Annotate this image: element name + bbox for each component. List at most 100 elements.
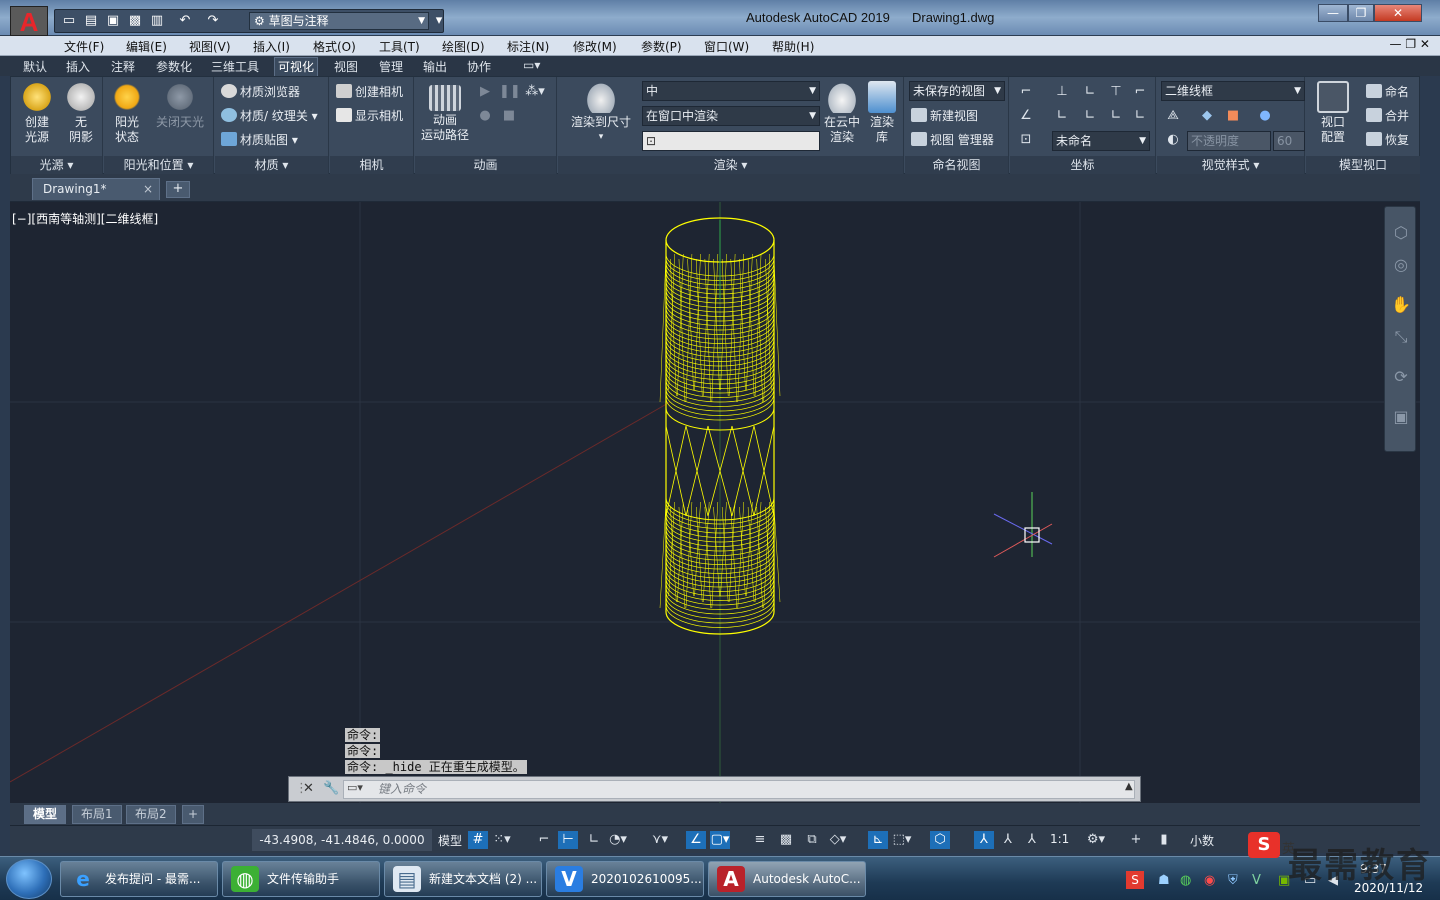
render-in-select[interactable]: 在窗口中渲染 ▼ <box>642 106 820 126</box>
materials-browser-button[interactable]: 材质浏览器 <box>221 83 300 103</box>
ucs-object-icon[interactable]: ⌐ <box>1130 83 1150 101</box>
new-view-button[interactable]: 新建视图 <box>911 107 978 127</box>
ime-icon[interactable]: S <box>1248 832 1280 858</box>
render-in-cloud-button[interactable]: 在云中 渲染 <box>822 81 862 145</box>
weibo-icon[interactable]: ◉ <box>1204 873 1215 888</box>
play-icon[interactable]: ▶ <box>475 83 495 101</box>
save-icon[interactable]: ▣ <box>105 13 121 29</box>
document-tab[interactable]: Drawing1* × <box>32 178 160 200</box>
minimize-button[interactable]: — <box>1318 4 1348 22</box>
animation-settings-icon[interactable]: ⁂▾ <box>525 83 545 101</box>
qat-customize-icon[interactable]: ▾ <box>431 13 447 29</box>
sun-status-button[interactable]: 阳光 状态 <box>108 81 146 145</box>
ucs-x-icon[interactable]: ∟ <box>1052 107 1072 125</box>
menu-edit[interactable]: 编辑(E) <box>126 38 167 55</box>
menu-file[interactable]: 文件(F) <box>64 38 104 55</box>
opacity-toggle-icon[interactable]: ◐ <box>1163 131 1183 149</box>
view-manager-button[interactable]: 视图 管理器 <box>911 131 994 151</box>
panel-title-lights[interactable]: 光源 ▾ <box>11 156 102 174</box>
undo-icon[interactable]: ↶ <box>177 13 193 29</box>
command-input[interactable]: 键入命令 <box>343 780 1135 799</box>
grid-icon[interactable]: # <box>468 831 488 849</box>
ucs-world-icon[interactable]: ⊥ <box>1052 83 1072 101</box>
wrench-icon[interactable]: 🔧 <box>323 781 339 796</box>
tab-visualize[interactable]: 可视化 <box>274 57 319 76</box>
annotation-visibility-icon[interactable]: ⅄ <box>974 831 994 849</box>
command-prompt-icon[interactable]: ▭▾ <box>347 781 363 794</box>
tab-insert[interactable]: 插入 <box>63 58 93 75</box>
menu-tools[interactable]: 工具(T) <box>379 38 420 55</box>
pan-icon[interactable]: ✋ <box>1391 295 1411 315</box>
tab-parametric[interactable]: 参数化 <box>153 58 195 75</box>
viewport-controls-label[interactable]: [−][西南等轴测][二维线框] <box>12 210 158 227</box>
object-snap-tracking-icon[interactable]: ∠ <box>686 831 706 849</box>
panel-title-render[interactable]: 渲染 ▾ <box>558 156 903 174</box>
taskbar-item-wechat[interactable]: ◍ 文件传输助手 <box>222 861 380 897</box>
ucs-z-icon[interactable]: ∟ <box>1106 107 1126 125</box>
new-layout-button[interactable]: + <box>182 805 205 824</box>
close-icon[interactable]: ✕ <box>303 781 314 796</box>
lighting-icon[interactable]: ● <box>1255 107 1275 125</box>
tab-view[interactable]: 视图 <box>331 58 361 75</box>
panel-title-visual-styles[interactable]: 视觉样式 ▾ <box>1157 156 1304 174</box>
taskbar-item-video[interactable]: V 2020102610095... <box>546 861 704 897</box>
object-snap-icon[interactable]: ▢▾ <box>710 831 730 849</box>
dynamic-input-icon[interactable]: ⊢ <box>558 831 578 849</box>
tab-manage[interactable]: 管理 <box>376 58 406 75</box>
drawing-viewport[interactable]: [−][西南等轴测][二维线框] ⬡ ◎ ✋ ⤡ ⟳ ▣ 命令: 命令: 命令:… <box>10 202 1420 803</box>
selection-filter-icon[interactable]: ⬚▾ <box>892 831 912 849</box>
taskbar-item-autocad[interactable]: A Autodesk AutoC... <box>708 861 866 897</box>
document-window-controls[interactable]: — ❐ ✕ <box>1390 37 1430 51</box>
units-icon[interactable]: ▮ <box>1154 831 1174 849</box>
wechat-tray-icon[interactable]: ◍ <box>1180 873 1191 888</box>
close-icon[interactable]: × <box>143 179 153 199</box>
pause-icon[interactable]: ❚❚ <box>499 83 521 101</box>
start-button[interactable] <box>6 859 52 899</box>
annotation-scale-icon[interactable]: ⅄ <box>1022 831 1042 849</box>
create-camera-button[interactable]: 创建相机 <box>336 83 403 103</box>
taskbar-item-notepad[interactable]: ▤ 新建文本文档 (2) ... <box>384 861 542 897</box>
save-as-icon[interactable]: ▩ <box>127 13 143 29</box>
security-icon[interactable]: ⛨ <box>1228 873 1238 888</box>
ucs-origin-icon[interactable]: ∟ <box>1080 83 1100 101</box>
menu-draw[interactable]: 绘图(D) <box>442 38 485 55</box>
workspace-select[interactable]: ⚙ 草图与注释 ▼ <box>249 12 429 30</box>
network-icon[interactable]: ☗ <box>1158 873 1170 888</box>
infer-constraints-icon[interactable]: ⌐ <box>534 831 554 849</box>
isodraft-icon[interactable]: ⋎▾ <box>650 831 670 849</box>
ucs-3point-icon[interactable]: ∟ <box>1130 107 1150 125</box>
menu-format[interactable]: 格式(O) <box>313 38 356 55</box>
vpn-icon[interactable]: V <box>1252 873 1261 888</box>
transparency-icon[interactable]: ▩ <box>776 831 796 849</box>
render-to-size-button[interactable]: 渲染到尺寸 ▾ <box>566 81 636 145</box>
sky-off-button[interactable]: 关闭天光 <box>150 81 210 130</box>
ucs-icon[interactable]: ⌐ <box>1016 83 1036 101</box>
restore-viewport-button[interactable]: 恢复 <box>1366 131 1409 151</box>
tab-default[interactable]: 默认 <box>20 58 50 75</box>
tab-3d-tools[interactable]: 三维工具 <box>208 58 262 75</box>
open-file-icon[interactable]: ▤ <box>83 13 99 29</box>
lineweight-icon[interactable]: ≡ <box>750 831 770 849</box>
new-tab-button[interactable]: + <box>166 181 190 198</box>
material-mapping-button[interactable]: 材质贴图 ▾ <box>221 131 298 151</box>
no-shadow-button[interactable]: 无 阴影 <box>61 81 101 145</box>
face-style-icon[interactable]: ◆ <box>1197 107 1217 125</box>
edge-effects-icon[interactable]: ⟁ <box>1163 107 1183 125</box>
name-viewport-button[interactable]: 命名 <box>1366 83 1409 103</box>
units-value[interactable]: 小数 <box>1190 832 1214 849</box>
menu-window[interactable]: 窗口(W) <box>704 38 749 55</box>
showmotion-icon[interactable]: ▣ <box>1391 407 1411 427</box>
ribbon-options-icon[interactable]: ▭▾ <box>520 58 543 72</box>
layout-tab-model[interactable]: 模型 <box>24 805 67 824</box>
dynamic-ucs-icon[interactable]: ⊾ <box>868 831 888 849</box>
record-icon[interactable]: ● <box>475 107 495 125</box>
menu-parametric[interactable]: 参数(P) <box>641 38 682 55</box>
ucs-name-select[interactable]: 未命名 ▼ <box>1052 131 1150 151</box>
render-quality-select[interactable]: 中 ▼ <box>642 81 820 101</box>
polar-tracking-icon[interactable]: ◔▾ <box>608 831 628 849</box>
material-texture-button[interactable]: 材质/ 纹理关 ▾ <box>221 107 318 127</box>
menu-view[interactable]: 视图(V) <box>189 38 231 55</box>
restore-button[interactable]: ❐ <box>1348 4 1374 22</box>
tab-annotate[interactable]: 注释 <box>108 58 138 75</box>
3d-object-snap-icon[interactable]: ◇▾ <box>828 831 848 849</box>
